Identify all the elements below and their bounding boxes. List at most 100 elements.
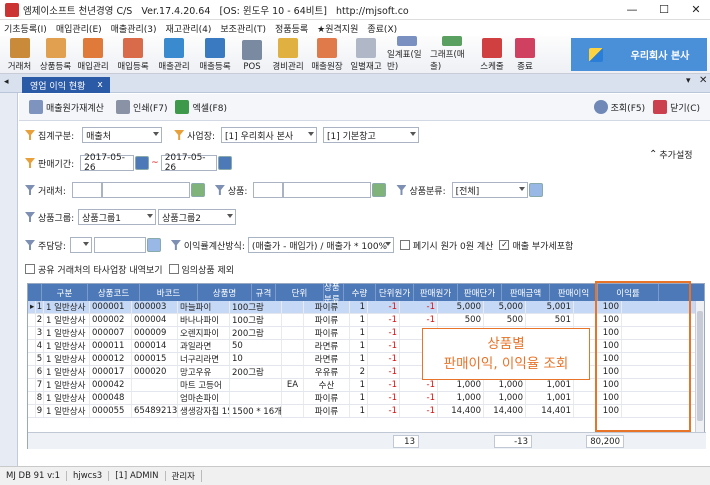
date-to-input[interactable]: 2017-05-26: [160, 153, 217, 173]
row-pointer-icon: [28, 314, 36, 326]
column-header[interactable]: 상품명: [198, 284, 252, 301]
tab-profit-status[interactable]: 영업 이익 현황 x: [22, 77, 110, 93]
toolbar-cart-in-button[interactable]: 매입관리: [75, 36, 111, 74]
menu-purchase[interactable]: 매입관리(E): [56, 22, 102, 35]
toolbar-pos-button[interactable]: POS: [237, 36, 267, 74]
tab-list-icon[interactable]: ▾: [686, 76, 691, 86]
tab-close-all-icon[interactable]: ✕: [699, 75, 707, 86]
toolbar-box-button[interactable]: 상품등록: [39, 36, 72, 74]
toolbar-graph-button[interactable]: 그래프(매출): [430, 36, 474, 74]
table-cell: [282, 314, 304, 326]
toolbar-ledger-button[interactable]: 매출원장: [309, 36, 345, 74]
grid-vertical-scrollbar[interactable]: [695, 301, 704, 432]
table-cell: [282, 353, 304, 365]
column-header[interactable]: 판매단가: [458, 284, 502, 301]
cost-recalc-button[interactable]: 매출원가재계산: [25, 98, 108, 116]
temp-product-checkbox[interactable]: [168, 264, 179, 274]
product-code-input[interactable]: [253, 182, 284, 198]
search-button[interactable]: 조회(F5): [590, 98, 650, 116]
column-header[interactable]: 상품분류: [324, 283, 344, 305]
column-header[interactable]: 규격: [252, 284, 276, 301]
warehouse-select[interactable]: [1] 기본창고: [323, 127, 420, 143]
menu-sales[interactable]: 매출관리(3): [111, 22, 157, 35]
column-header[interactable]: 수량: [344, 284, 376, 301]
group2-select[interactable]: 상품그룹2: [158, 209, 237, 225]
column-header[interactable]: 판매원가: [414, 284, 458, 301]
close-window-button[interactable]: ✕: [682, 0, 710, 18]
exit-icon: [515, 38, 535, 58]
collapse-up-icon: ⌃: [649, 148, 658, 160]
office-select[interactable]: [1] 우리회사 본사: [221, 127, 318, 143]
aggregate-select[interactable]: 매출처: [82, 127, 163, 143]
column-header[interactable]: 단위원가: [376, 284, 414, 301]
minimize-button[interactable]: —: [618, 0, 646, 18]
maximize-button[interactable]: ☐: [650, 0, 678, 18]
vat-checkbox[interactable]: ✓: [499, 240, 510, 250]
table-cell: -1: [368, 366, 400, 378]
table-cell: 1,000: [438, 379, 484, 391]
more-settings-toggle[interactable]: ⌃ 추가설정: [649, 145, 693, 163]
product-name-input[interactable]: [283, 182, 372, 198]
table-cell: -1: [400, 379, 438, 391]
toolbar-expense-button[interactable]: 경비관리: [270, 36, 306, 74]
client-code-input[interactable]: [71, 182, 102, 198]
company-banner[interactable]: 우리회사 본사: [571, 38, 707, 71]
add-product-icon[interactable]: [372, 183, 387, 197]
menu-aux[interactable]: 보조관리(T): [220, 22, 266, 35]
column-header[interactable]: 구분: [42, 284, 88, 301]
toolbar-calendar-button[interactable]: 스케줄: [477, 36, 507, 74]
toolbar-stock-button[interactable]: 일별재고: [348, 36, 384, 74]
add-client-icon[interactable]: [190, 183, 205, 197]
zero-cost-checkbox[interactable]: [399, 240, 410, 250]
date-from-input[interactable]: 2017-05-26: [80, 153, 135, 173]
excel-button[interactable]: 엑셀(F8): [171, 98, 231, 116]
toolbar-exit-button[interactable]: 종료: [510, 36, 540, 74]
table-cell: 라면류: [304, 353, 350, 365]
profit-method-select[interactable]: (매출가 - 매입가) / 매출가 * 100%: [247, 237, 394, 253]
group2-value: 상품그룹2: [162, 213, 202, 224]
menu-license[interactable]: 정품등록: [275, 22, 308, 35]
calendar-dropdown-icon[interactable]: [135, 156, 150, 170]
manager-code-input[interactable]: [69, 237, 92, 253]
row-pointer-icon: [28, 392, 36, 404]
column-header[interactable]: [28, 284, 42, 301]
toolbar-sales-button[interactable]: 매출관리: [155, 36, 193, 74]
column-header[interactable]: 바코드: [140, 284, 198, 301]
column-header[interactable]: 판매금액: [502, 284, 550, 301]
banner-text: 우리회사 본사: [630, 51, 690, 62]
menu-bar: 기초등록(I) 매입관리(E) 매출관리(3) 재고관리(4) 보조관리(T) …: [0, 20, 710, 36]
group1-select[interactable]: 상품그룹1: [78, 209, 157, 225]
toolbar-label: 매입관리: [77, 62, 109, 72]
client-name-input[interactable]: [101, 182, 190, 198]
menu-exit[interactable]: 종료(X): [367, 22, 397, 35]
toolbar-report-button[interactable]: 일계표(일반): [387, 36, 427, 74]
tab-close-icon[interactable]: x: [97, 80, 102, 90]
shared-client-checkbox[interactable]: [25, 264, 35, 274]
date-to-value: 2017-05-26: [164, 153, 206, 173]
scroll-thumb[interactable]: [697, 311, 703, 421]
cost-recalc-label: 매출원가재계산: [46, 103, 104, 114]
manager-name-input[interactable]: [93, 237, 146, 253]
toolbar-label: 매입등록: [117, 62, 149, 72]
column-header[interactable]: 단위: [276, 284, 324, 301]
table-cell: 망고우유: [178, 366, 230, 378]
toolbar-sales-add-button[interactable]: 매출등록: [196, 36, 234, 74]
person-icon: [9, 38, 30, 58]
print-button[interactable]: 인쇄(F7): [112, 98, 172, 116]
search-icon[interactable]: [146, 238, 161, 252]
menu-inventory[interactable]: 재고관리(4): [166, 22, 212, 35]
tab-scroll-left-icon[interactable]: ◂: [4, 77, 9, 87]
toolbar-cart-add-button[interactable]: 매입등록: [114, 36, 152, 74]
toolbar-label: POS: [243, 62, 261, 72]
menu-remote[interactable]: ★원격지원: [317, 22, 358, 35]
search-icon[interactable]: [528, 183, 543, 197]
date-from-value: 2017-05-26: [84, 153, 126, 173]
close-button[interactable]: 닫기(C): [649, 98, 704, 116]
category-select[interactable]: [전체]: [451, 182, 528, 198]
calendar-dropdown-icon[interactable]: [217, 156, 232, 170]
table-cell: 1 일반상사: [44, 314, 90, 326]
menu-basic[interactable]: 기초등록(I): [4, 22, 47, 35]
column-header[interactable]: 상품코드: [88, 284, 140, 301]
toolbar-person-button[interactable]: 거래처: [3, 36, 36, 74]
column-header[interactable]: 판매이익: [550, 284, 598, 301]
